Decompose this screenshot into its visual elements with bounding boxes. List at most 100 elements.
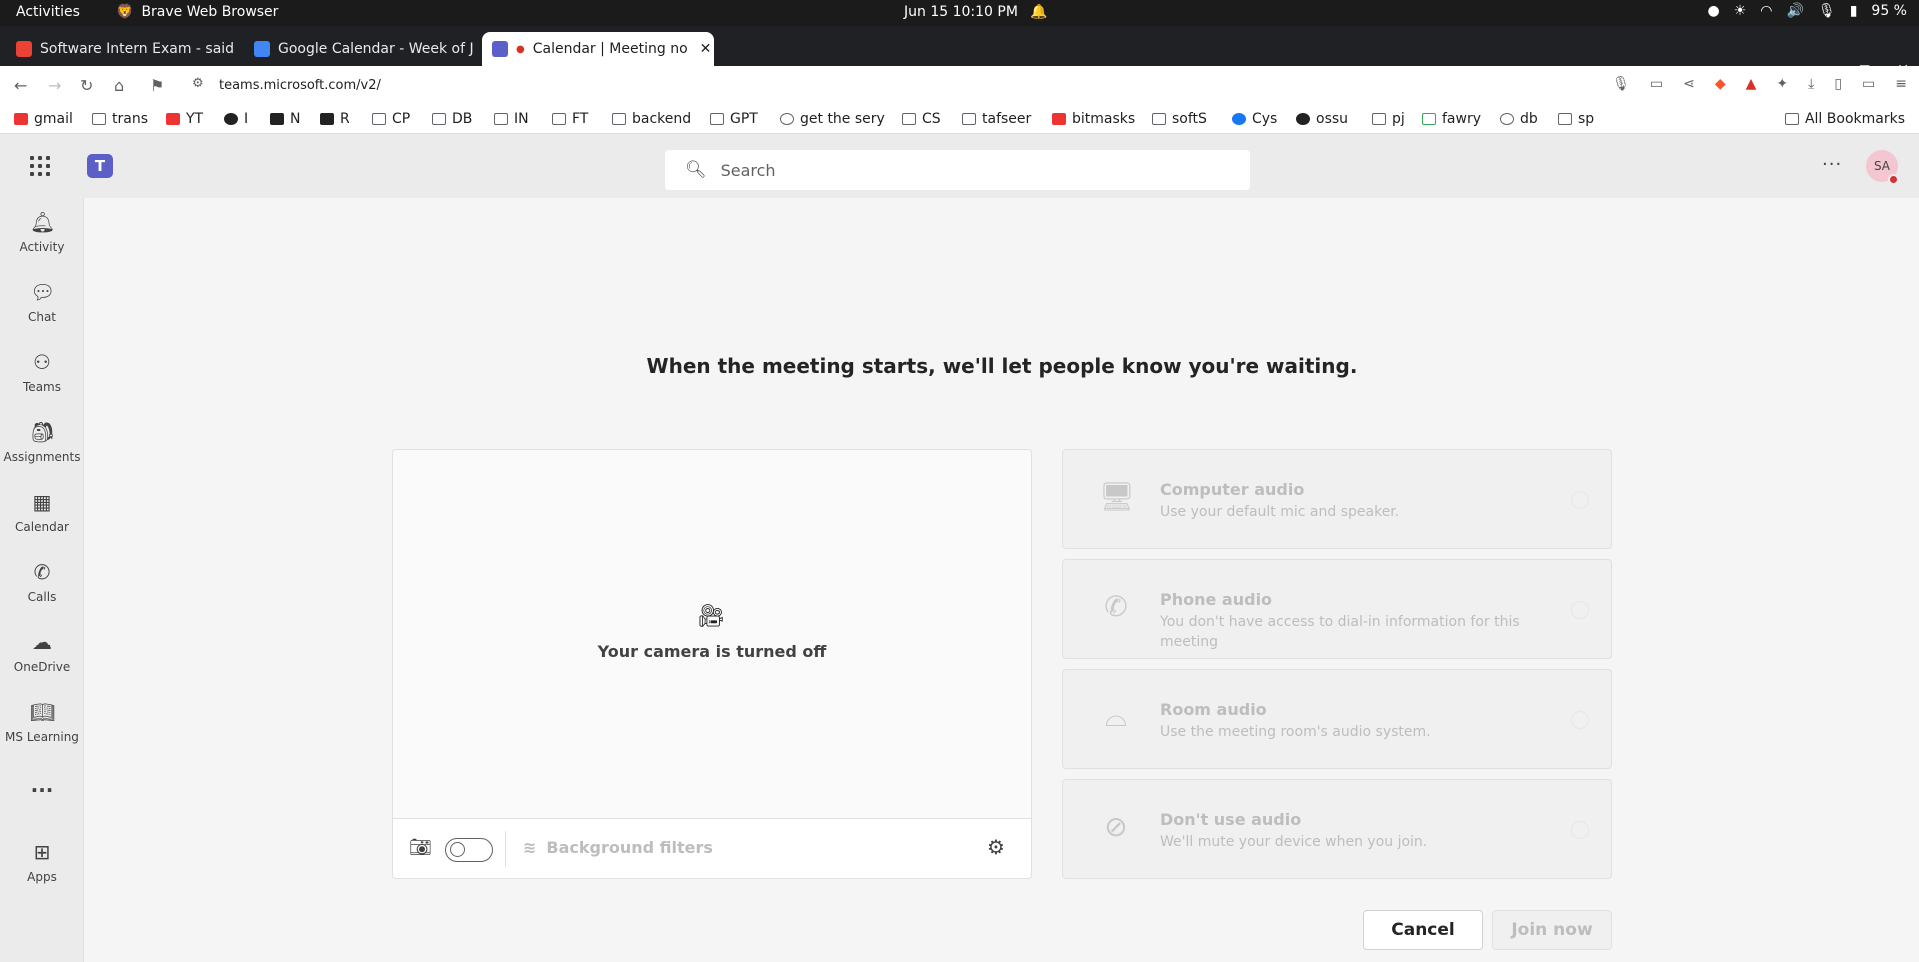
bookmark-item[interactable]: trans bbox=[92, 111, 148, 127]
tab-title: Google Calendar - Week of J bbox=[278, 41, 474, 57]
folder-icon bbox=[372, 113, 386, 125]
presence-status-badge bbox=[1888, 174, 1899, 185]
tab-title: Software Intern Exam - said bbox=[40, 41, 235, 57]
room-audio-icon: ⌓ bbox=[1104, 700, 1128, 733]
bookmark-label: Cys bbox=[1252, 111, 1278, 127]
download-icon[interactable]: ⤓ bbox=[1808, 76, 1814, 92]
bookmark-folder[interactable]: softS bbox=[1152, 111, 1207, 127]
bookmark-label: trans bbox=[112, 111, 148, 127]
camera-status-text: Your camera is turned off bbox=[597, 642, 827, 661]
audio-option-phone[interactable]: ✆ Phone audio You don't have access to d… bbox=[1062, 559, 1612, 659]
book-icon: 📖︎ bbox=[30, 700, 56, 724]
audio-option-radio[interactable] bbox=[1571, 711, 1589, 729]
close-tab-icon[interactable]: ✕ bbox=[700, 41, 712, 57]
bookmark-item[interactable]: Cys bbox=[1232, 111, 1277, 127]
bookmark-item[interactable]: fawry bbox=[1422, 111, 1481, 127]
reload-icon[interactable]: ↻ bbox=[80, 76, 93, 95]
notification-bell-icon[interactable]: 🔔 bbox=[1030, 4, 1047, 20]
browser-toolbar: ← → ↻ ⌂ ⚑ ⚙ teams.microsoft.com/v2/ 🎙 ▭ … bbox=[0, 66, 1919, 106]
sidebar-toggle-icon[interactable]: ▯ bbox=[1834, 76, 1842, 92]
browser-tab[interactable]: Google Calendar - Week of J bbox=[244, 32, 474, 66]
bookmark-folder[interactable]: FT bbox=[552, 111, 588, 127]
bookmark-folder[interactable]: sp bbox=[1558, 111, 1594, 127]
home-icon[interactable]: ⌂ bbox=[114, 76, 124, 95]
rail-more-button[interactable]: ··· bbox=[0, 778, 84, 808]
activities-button[interactable]: Activities bbox=[16, 4, 80, 20]
search-box[interactable]: 🔍︎ bbox=[665, 150, 1250, 190]
bookmark-folder[interactable]: pj bbox=[1372, 111, 1405, 127]
teams-tray-icon[interactable]: ● bbox=[1707, 3, 1719, 19]
rail-label: Activity bbox=[19, 240, 65, 254]
brave-shields-icon[interactable]: ◆ bbox=[1715, 76, 1726, 92]
rail-item-calls[interactable]: ✆ Calls bbox=[0, 560, 84, 624]
device-settings-icon[interactable]: ⚙ bbox=[987, 835, 1005, 859]
menu-icon[interactable]: ≡ bbox=[1895, 76, 1907, 92]
bookmark-folder[interactable]: tafseer bbox=[962, 111, 1031, 127]
more-apps-icon: ··· bbox=[30, 778, 54, 802]
audio-option-room[interactable]: ⌓ Room audio Use the meeting room's audi… bbox=[1062, 669, 1612, 769]
rail-item-ms-learning[interactable]: 📖︎ MS Learning bbox=[0, 700, 84, 764]
share-icon[interactable]: ⋖ bbox=[1683, 76, 1695, 92]
camera-off-icon: 📷︎ bbox=[409, 837, 432, 858]
rail-item-assignments[interactable]: 🎒︎ Assignments bbox=[0, 420, 84, 484]
search-input[interactable] bbox=[720, 160, 1221, 180]
cancel-button[interactable]: Cancel bbox=[1363, 910, 1483, 950]
wallet-icon[interactable]: ▭ bbox=[1862, 76, 1875, 92]
join-now-button[interactable]: Join now bbox=[1492, 910, 1612, 950]
bookmark-item[interactable]: N bbox=[270, 111, 300, 127]
bookmark-item[interactable]: get the sery bbox=[780, 111, 885, 127]
bookmark-item[interactable]: gmail bbox=[14, 111, 73, 127]
rail-item-activity[interactable]: 🔔︎ Activity bbox=[0, 210, 84, 274]
clock[interactable]: Jun 15 10:10 PM bbox=[904, 4, 1018, 20]
bookmark-folder[interactable]: GPT bbox=[710, 111, 758, 127]
audio-option-radio[interactable] bbox=[1571, 491, 1589, 509]
site-info-icon[interactable]: ⚙ bbox=[192, 76, 204, 91]
system-tray[interactable]: ● ☀ ◠ 🔊 🎙 ▮ 95 % bbox=[1707, 3, 1907, 19]
browser-tab-active[interactable]: ● Calendar | Meeting no ✕ bbox=[482, 32, 714, 66]
camera-toggle[interactable] bbox=[445, 838, 493, 862]
app-menu[interactable]: 🦁 Brave Web Browser bbox=[116, 4, 278, 20]
audio-option-radio[interactable] bbox=[1571, 601, 1589, 619]
bookmark-item[interactable]: bitmasks bbox=[1052, 111, 1135, 127]
back-icon[interactable]: ← bbox=[14, 76, 27, 95]
bookmark-label: tafseer bbox=[982, 111, 1032, 127]
bookmark-folder[interactable]: CP bbox=[372, 111, 410, 127]
rail-item-chat[interactable]: 💬︎ Chat bbox=[0, 280, 84, 344]
youtube-icon bbox=[166, 113, 180, 125]
audio-option-none[interactable]: ⊘ Don't use audio We'll mute your device… bbox=[1062, 779, 1612, 879]
all-bookmarks-folder[interactable]: All Bookmarks bbox=[1784, 111, 1905, 127]
bookmark-folder[interactable]: IN bbox=[494, 111, 529, 127]
audio-option-title: Don't use audio bbox=[1160, 810, 1302, 829]
cast-icon[interactable]: ▭ bbox=[1650, 76, 1663, 92]
bookmark-folder[interactable]: DB bbox=[432, 111, 472, 127]
audio-option-computer[interactable]: 🖥︎ Computer audio Use your default mic a… bbox=[1062, 449, 1612, 549]
bookmark-folder[interactable]: CS bbox=[902, 111, 941, 127]
forward-icon[interactable]: → bbox=[48, 76, 61, 95]
bookmark-folder[interactable]: backend bbox=[612, 111, 691, 127]
video-preview: 🎥︎ Your camera is turned off bbox=[393, 450, 1031, 817]
more-options-icon[interactable]: ··· bbox=[1822, 154, 1842, 175]
background-filters-button[interactable]: ≋ Background filters bbox=[523, 838, 713, 857]
rail-item-onedrive[interactable]: ☁︎ OneDrive bbox=[0, 630, 84, 694]
no-audio-icon: ⊘ bbox=[1104, 810, 1128, 843]
bookmark-item[interactable]: R bbox=[320, 111, 350, 127]
audio-option-radio[interactable] bbox=[1571, 821, 1589, 839]
bookmark-icon[interactable]: ⚑ bbox=[150, 76, 164, 95]
bookmark-item[interactable]: I bbox=[224, 111, 248, 127]
bookmark-item[interactable]: ossu bbox=[1296, 111, 1348, 127]
bookmark-label: backend bbox=[632, 111, 692, 127]
bookmark-item[interactable]: db bbox=[1500, 111, 1538, 127]
rail-item-calendar[interactable]: ▦ Calendar bbox=[0, 490, 84, 554]
voice-search-icon[interactable]: 🎙 bbox=[1612, 76, 1630, 92]
extensions-icon[interactable]: ✦ bbox=[1776, 76, 1788, 92]
app-launcher-icon[interactable] bbox=[30, 156, 50, 176]
brave-rewards-icon[interactable]: ▲ bbox=[1746, 76, 1757, 92]
browser-tab[interactable]: Software Intern Exam - said bbox=[6, 32, 236, 66]
battery-icon: ▮ bbox=[1849, 3, 1858, 19]
rail-item-teams[interactable]: ⚇ Teams bbox=[0, 350, 84, 414]
address-bar[interactable]: teams.microsoft.com/v2/ bbox=[219, 78, 381, 93]
app-name: Brave Web Browser bbox=[141, 4, 279, 20]
rail-item-apps[interactable]: ⊞ Apps bbox=[0, 840, 84, 904]
bookmark-item[interactable]: YT bbox=[166, 111, 203, 127]
rail-label: Calls bbox=[27, 590, 57, 604]
